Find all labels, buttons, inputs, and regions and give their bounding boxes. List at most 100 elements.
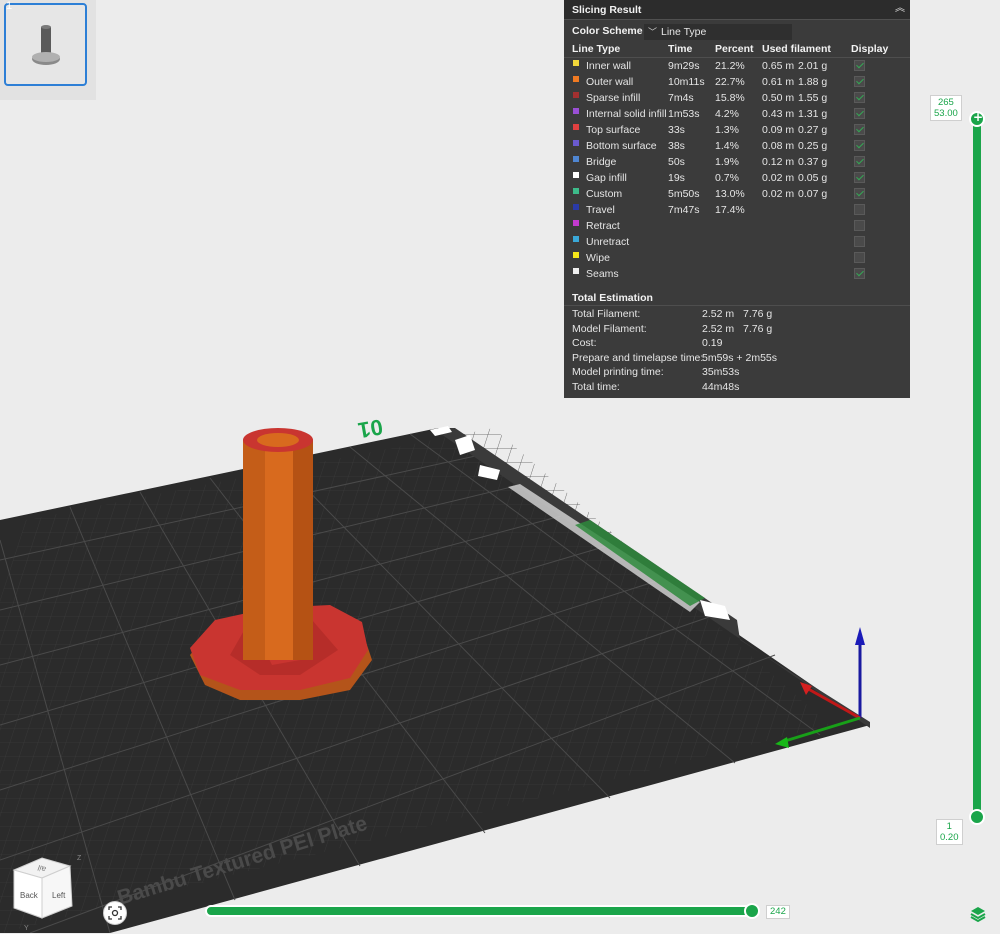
- time-value: 7m4s: [668, 92, 694, 104]
- filament-grams: 0.25 g: [798, 140, 828, 152]
- slicing-result-panel: Slicing Result ︽ Color Scheme ﹀ Line Typ…: [564, 0, 910, 398]
- time-value: 7m47s: [668, 204, 700, 216]
- filament-meters: 0.02 m: [762, 172, 795, 184]
- plate-thumbnail[interactable]: [4, 3, 87, 86]
- display-checkbox[interactable]: [854, 108, 865, 119]
- color-swatch-icon: [573, 172, 579, 178]
- filament-meters: 0.12 m: [762, 156, 795, 168]
- display-checkbox[interactable]: [854, 140, 865, 151]
- color-scheme-label: Color Scheme: [572, 25, 643, 37]
- color-swatch-icon: [573, 156, 579, 162]
- filament-meters: 0.50 m: [762, 92, 795, 104]
- percent-value: 1.4%: [715, 140, 739, 152]
- percent-value: 1.3%: [715, 124, 739, 136]
- plate-number: 01: [356, 414, 384, 443]
- divider: [564, 305, 910, 306]
- line-type-name: Seams: [586, 268, 619, 280]
- filament-grams: 0.37 g: [798, 156, 828, 168]
- filament-grams: 2.01 g: [798, 60, 828, 72]
- layer-slider-bottom-handle[interactable]: [969, 809, 985, 825]
- navigation-cube[interactable]: ail Back Left Z Y: [10, 850, 90, 932]
- line-type-name: Retract: [586, 220, 620, 232]
- col-used-filament: Used filament: [762, 43, 831, 55]
- table-row: Inner wall 9m29s 21.2% 0.65 m 2.01 g: [564, 58, 910, 74]
- display-checkbox[interactable]: [854, 220, 865, 231]
- table-row: Seams: [564, 266, 910, 282]
- color-scheme-row: Color Scheme ﹀ Line Type: [564, 21, 910, 43]
- line-type-name: Inner wall: [586, 60, 631, 72]
- color-swatch-icon: [573, 220, 579, 226]
- display-checkbox[interactable]: [854, 76, 865, 87]
- color-swatch-icon: [573, 76, 579, 82]
- model-thumbnail-icon: [32, 25, 60, 65]
- display-checkbox[interactable]: [854, 92, 865, 103]
- color-swatch-icon: [573, 140, 579, 146]
- color-scheme-dropdown[interactable]: ﹀ Line Type: [644, 24, 792, 40]
- display-checkbox[interactable]: [854, 188, 865, 199]
- color-swatch-icon: [573, 124, 579, 130]
- total-label: Prepare and timelapse time:: [572, 351, 704, 364]
- line-type-name: Wipe: [586, 252, 610, 264]
- line-type-name: Internal solid infill: [586, 108, 667, 120]
- line-type-name: Top surface: [586, 124, 641, 136]
- total-row: Total time: 44m48s: [564, 381, 910, 395]
- col-display: Display: [851, 43, 889, 55]
- total-value-secondary: 7.76 g: [743, 322, 773, 335]
- color-swatch-icon: [573, 204, 579, 210]
- cube-back-label: Back: [20, 891, 39, 900]
- move-slider-handle[interactable]: [744, 903, 760, 919]
- total-label: Model Filament:: [572, 322, 647, 335]
- build-plate: [0, 426, 870, 933]
- layer-slider-top-handle[interactable]: [969, 110, 985, 127]
- total-row: Model Filament: 2.52 m 7.76 g: [564, 323, 910, 337]
- layers-button[interactable]: [969, 905, 987, 923]
- display-checkbox[interactable]: [854, 268, 865, 279]
- time-value: 1m53s: [668, 108, 700, 120]
- display-checkbox[interactable]: [854, 156, 865, 167]
- table-header: Line Type Time Percent Used filament Dis…: [564, 41, 910, 58]
- color-swatch-icon: [573, 252, 579, 258]
- percent-value: 21.2%: [715, 60, 745, 72]
- table-row: Unretract: [564, 234, 910, 250]
- layer-slider-track[interactable]: [973, 118, 981, 818]
- display-checkbox[interactable]: [854, 204, 865, 215]
- display-checkbox[interactable]: [854, 60, 865, 71]
- display-checkbox[interactable]: [854, 124, 865, 135]
- filament-grams: 1.55 g: [798, 92, 828, 104]
- time-value: 9m29s: [668, 60, 700, 72]
- time-value: 38s: [668, 140, 685, 152]
- display-checkbox[interactable]: [854, 236, 865, 247]
- camera-reset-button[interactable]: [103, 901, 127, 925]
- color-scheme-value: Line Type: [661, 26, 707, 38]
- table-row: Top surface 33s 1.3% 0.09 m 0.27 g: [564, 122, 910, 138]
- color-swatch-icon: [573, 108, 579, 114]
- line-type-name: Sparse infill: [586, 92, 641, 104]
- vertical-slider-top-label: 265 53.00: [930, 95, 962, 121]
- total-value-secondary: 7.76 g: [743, 308, 773, 320]
- table-row: Bottom surface 38s 1.4% 0.08 m 0.25 g: [564, 138, 910, 154]
- line-type-name: Travel: [586, 204, 615, 216]
- collapse-icon[interactable]: ︽: [894, 3, 906, 15]
- color-swatch-icon: [573, 60, 579, 66]
- panel-header: Slicing Result ︽: [564, 0, 910, 20]
- color-swatch-icon: [573, 188, 579, 194]
- view-cube-icon: ail Back Left Z Y: [12, 855, 82, 932]
- filament-meters: 0.09 m: [762, 124, 795, 136]
- bottom-layer-number: 1: [946, 821, 952, 832]
- move-slider-value: 242: [766, 905, 790, 919]
- filament-grams: 0.07 g: [798, 188, 828, 200]
- plate-index: 1: [6, 0, 13, 12]
- table-row: Bridge 50s 1.9% 0.12 m 0.37 g: [564, 154, 910, 170]
- display-checkbox[interactable]: [854, 172, 865, 183]
- move-slider-track[interactable]: [205, 905, 758, 917]
- filament-meters: 0.65 m: [762, 60, 795, 72]
- time-value: 33s: [668, 124, 685, 136]
- percent-value: 13.0%: [715, 188, 745, 200]
- time-value: 50s: [668, 156, 685, 168]
- total-value: 2.52 m: [702, 308, 735, 320]
- filament-meters: 0.43 m: [762, 108, 795, 120]
- display-checkbox[interactable]: [854, 252, 865, 263]
- total-label: Total Filament:: [572, 308, 641, 320]
- table-row: Retract: [564, 218, 910, 234]
- line-type-table: Inner wall 9m29s 21.2% 0.65 m 2.01 g Outer wa…: [564, 58, 910, 282]
